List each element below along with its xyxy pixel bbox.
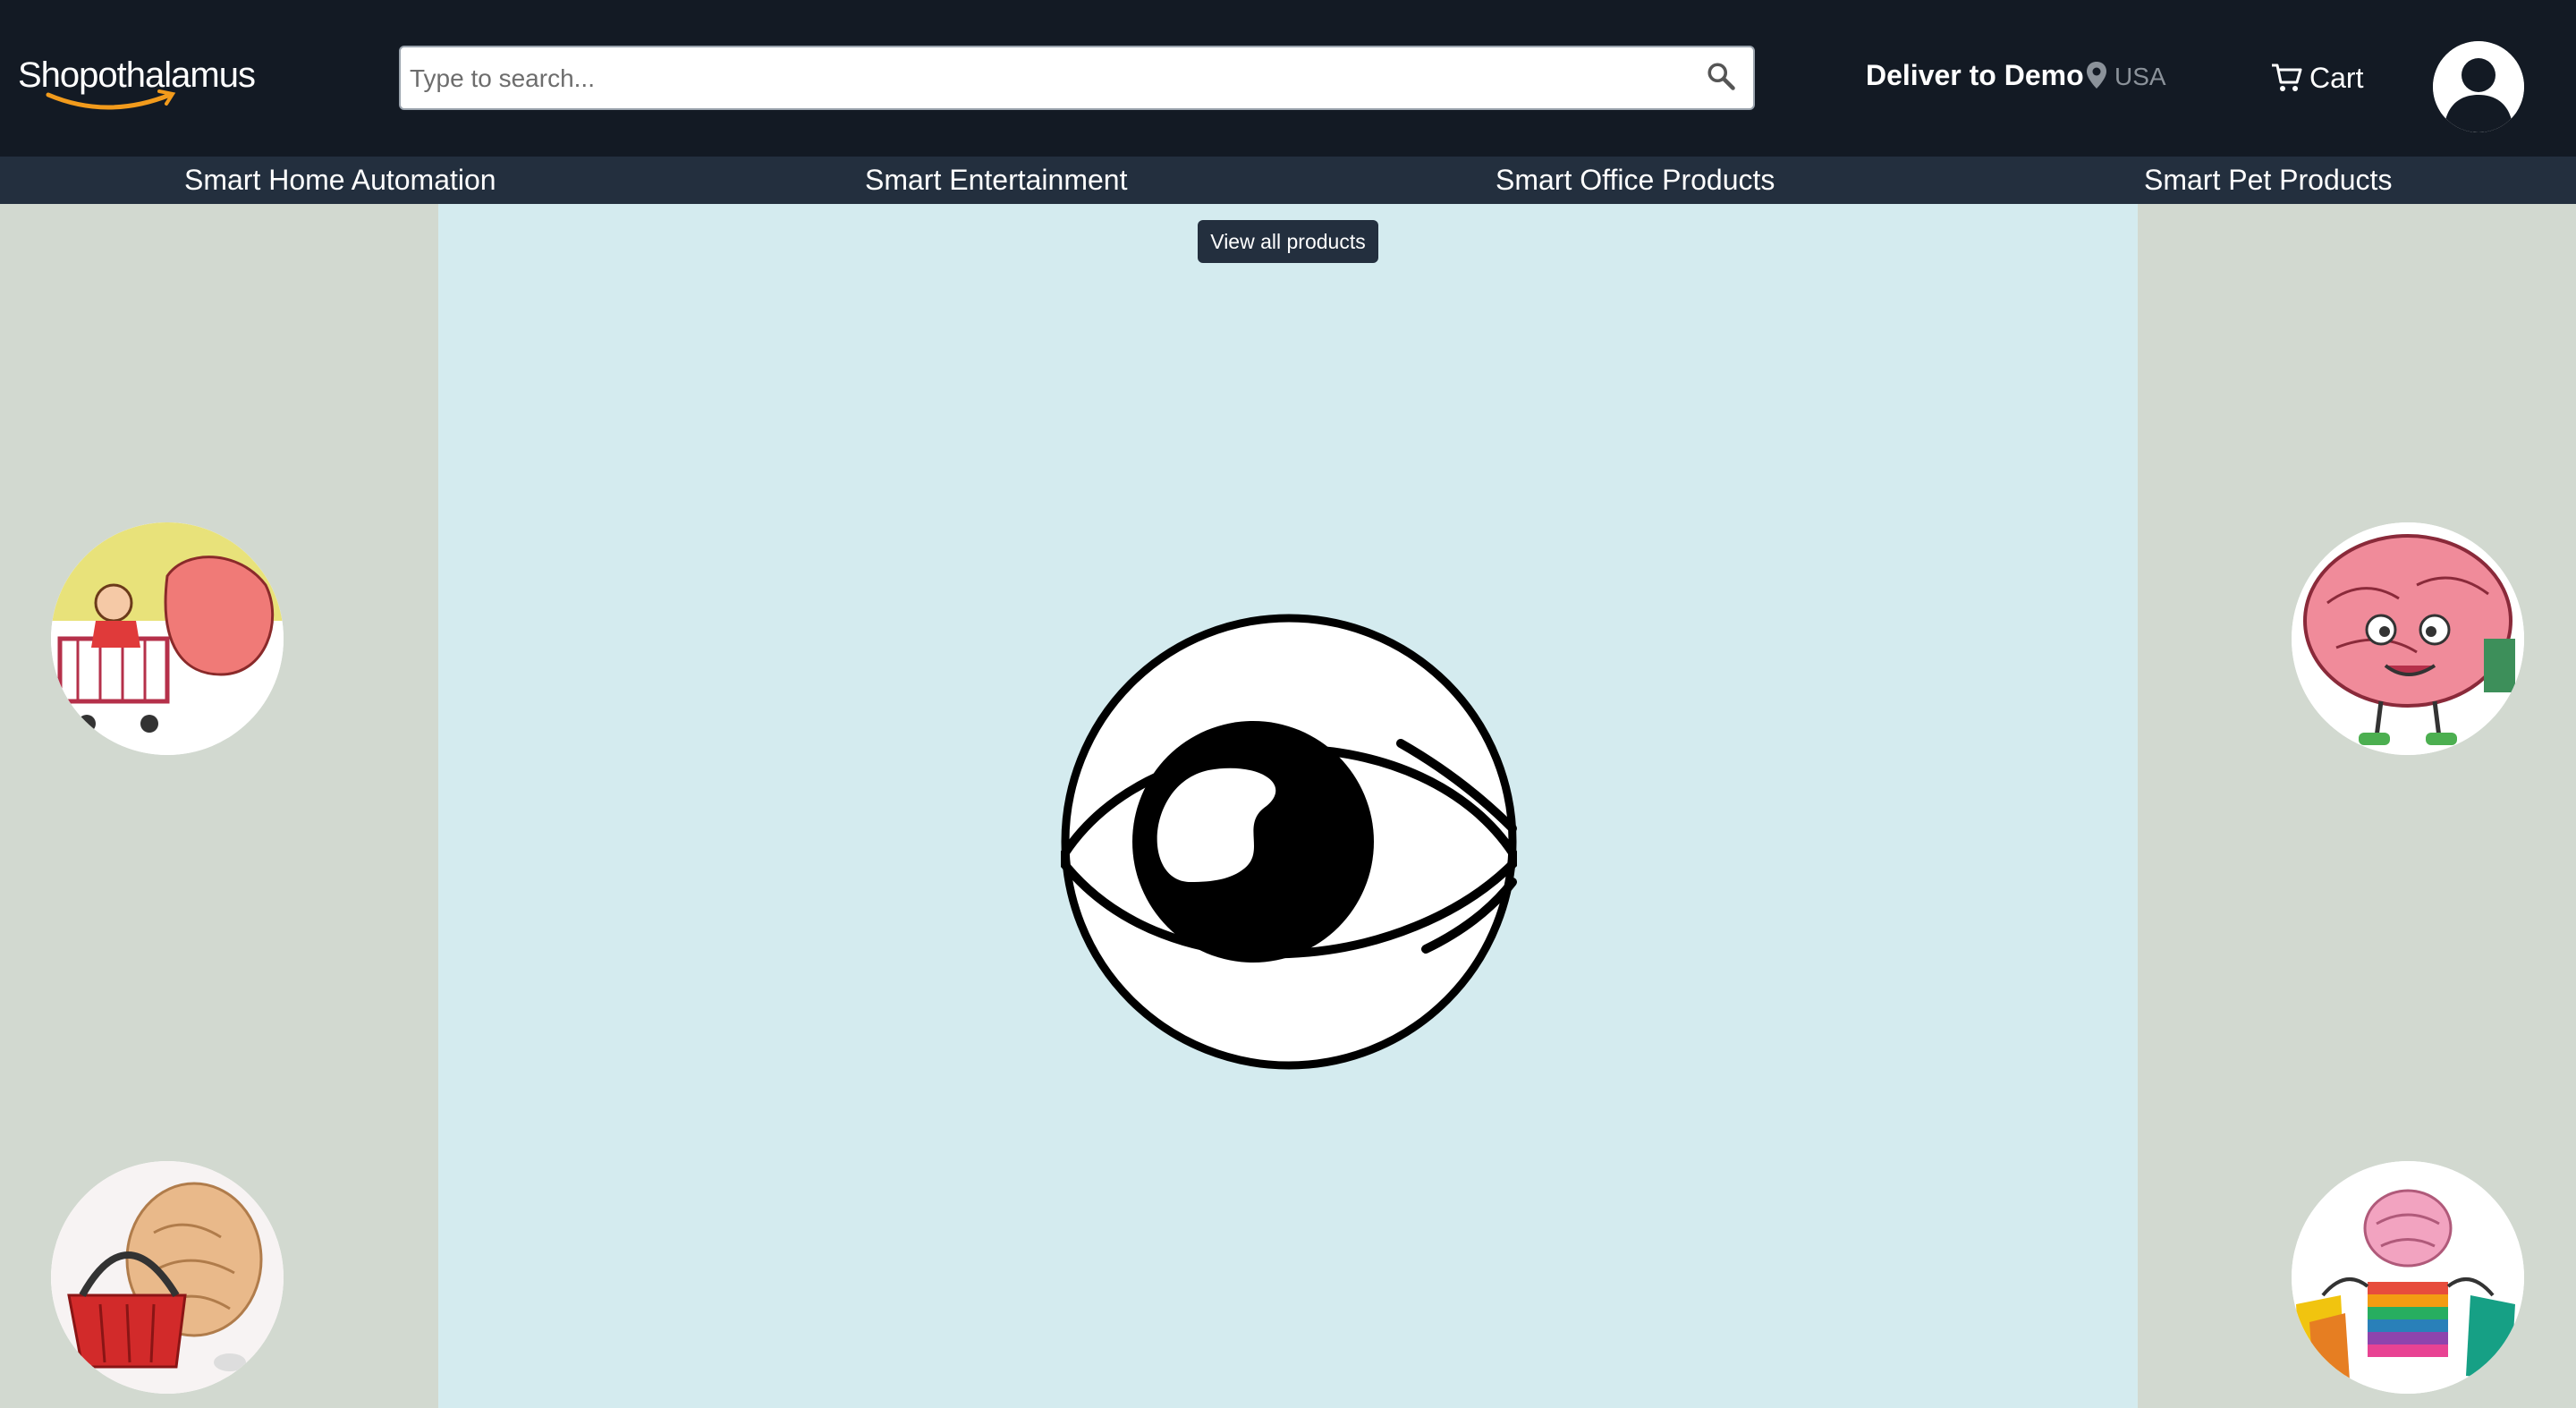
category-nav: Smart Home Automation Smart Entertainmen…: [0, 157, 2576, 204]
top-header: Shopothalamus Deliver to Demo USA Cart: [0, 0, 2576, 157]
view-all-products-button[interactable]: View all products: [1198, 220, 1378, 263]
nav-item-smart-entertainment[interactable]: Smart Entertainment: [865, 164, 1127, 197]
shopping-cart-brain-image: [51, 522, 284, 755]
cart-icon: [2272, 64, 2302, 91]
brain-with-shopping-bags-image: [2292, 1161, 2524, 1394]
cart-label: Cart: [2309, 61, 2364, 94]
user-avatar-icon: [2433, 41, 2524, 132]
nav-item-smart-office-products[interactable]: Smart Office Products: [1496, 164, 1775, 197]
nav-item-smart-home-automation[interactable]: Smart Home Automation: [184, 164, 496, 197]
logo-smile-icon: [46, 89, 176, 110]
search-icon[interactable]: [1705, 60, 1737, 92]
nav-item-smart-pet-products[interactable]: Smart Pet Products: [2144, 164, 2392, 197]
eye-logo-icon: [1061, 614, 1517, 1070]
location-pin-icon: [2087, 62, 2106, 89]
brain-with-basket-image: [51, 1161, 284, 1394]
search-input[interactable]: [408, 47, 1682, 110]
cart-button[interactable]: Cart: [2270, 55, 2363, 100]
cartoon-brain-shopping-image: [2292, 522, 2524, 755]
deliver-to-label[interactable]: Deliver to Demo: [1866, 59, 2084, 92]
search-bar: [399, 46, 1755, 110]
country-label: USA: [2114, 63, 2166, 90]
user-avatar-button[interactable]: [2433, 41, 2524, 132]
